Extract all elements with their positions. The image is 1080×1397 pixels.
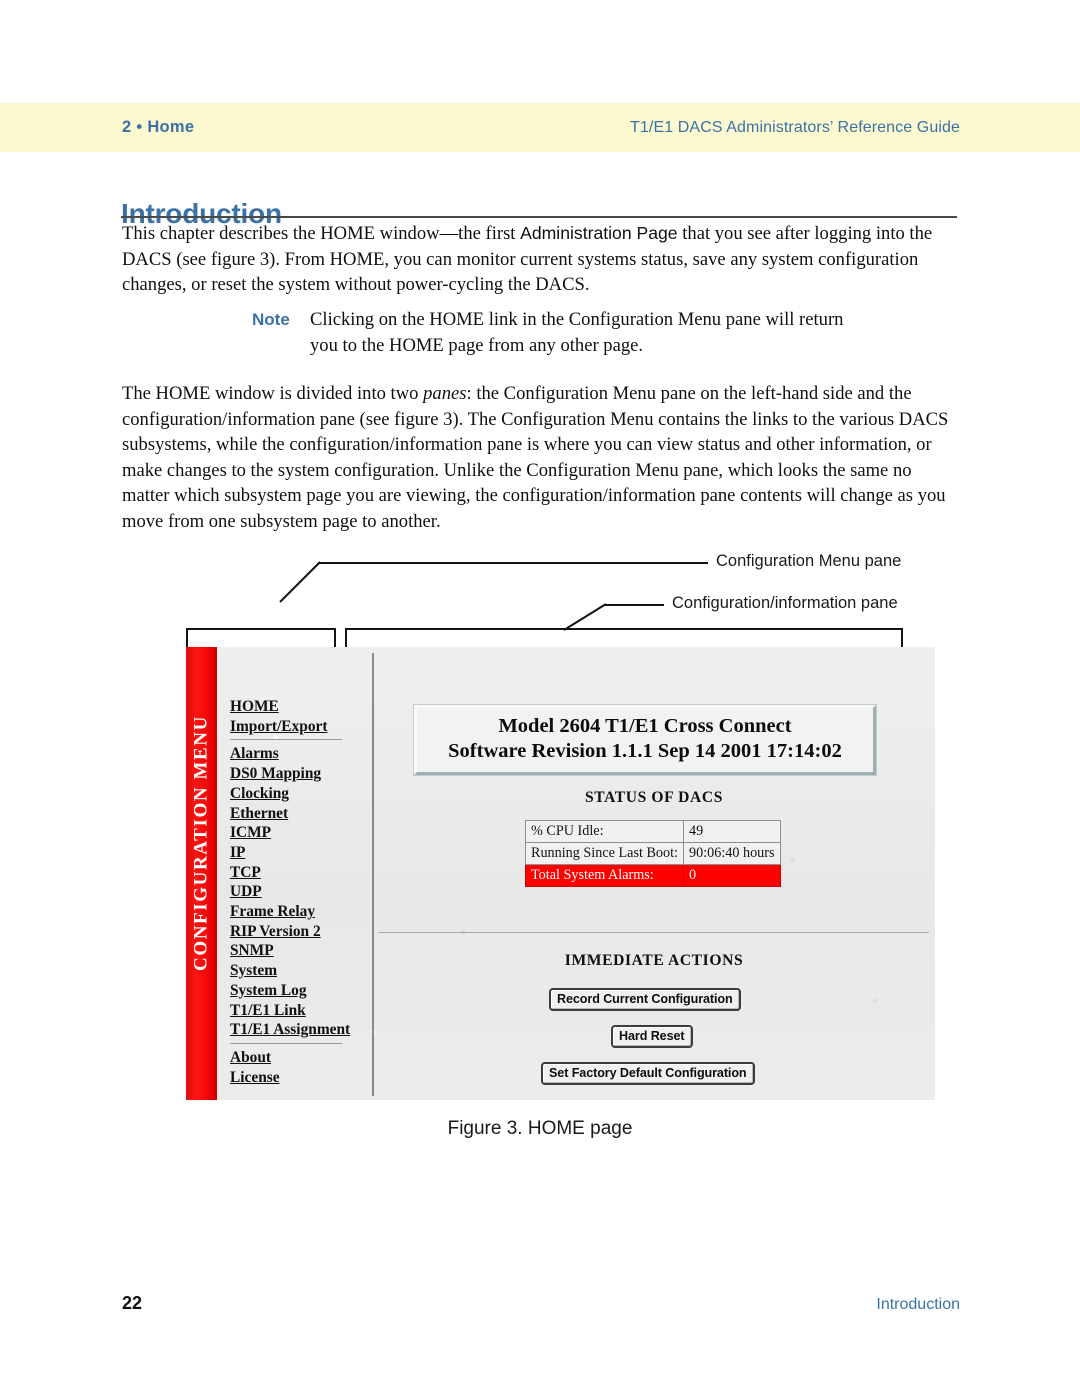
banner-model-line: Model 2604 T1/E1 Cross Connect — [498, 715, 792, 737]
menu-link-ip[interactable]: IP — [230, 843, 358, 863]
menu-link-t1-e1-assignment[interactable]: T1/E1 Assignment — [230, 1020, 358, 1040]
panes-paragraph: The HOME window is divided into two pane… — [122, 381, 960, 534]
menu-link-snmp[interactable]: SNMP — [230, 941, 358, 961]
table-row: % CPU Idle: 49 — [525, 820, 781, 843]
status-value-total-system-alarms: 0 — [683, 864, 781, 887]
menu-link-ethernet[interactable]: Ethernet — [230, 804, 358, 824]
home-page-screenshot: CONFIGURATION MENU HOME Import/Export Al… — [186, 647, 935, 1100]
menu-link-system-log[interactable]: System Log — [230, 981, 358, 1001]
immediate-actions-heading: IMMEDIATE ACTIONS — [564, 952, 744, 969]
menu-link-alarms[interactable]: Alarms — [230, 744, 358, 764]
footer-section-label: Introduction — [876, 1296, 960, 1313]
leader-line-menu-diagonal — [279, 561, 321, 603]
menu-link-t1-e1-link[interactable]: T1/E1 Link — [230, 1001, 358, 1021]
menu-link-frame-relay[interactable]: Frame Relay — [230, 902, 358, 922]
configuration-menu-red-bar: CONFIGURATION MENU — [186, 647, 217, 1100]
menu-link-home[interactable]: HOME — [230, 697, 358, 717]
bracket-menu-right — [334, 628, 336, 647]
status-key-total-system-alarms: Total System Alarms: — [525, 864, 684, 887]
leader-line-menu-horizontal — [318, 562, 708, 564]
menu-link-about[interactable]: About — [230, 1048, 358, 1068]
table-row-alarm: Total System Alarms: 0 — [525, 864, 781, 887]
configuration-menu-title: CONFIGURATION MENU — [190, 715, 212, 971]
pane-divider — [372, 653, 374, 1096]
callout-configuration-information-pane: Configuration/information pane — [672, 594, 898, 612]
intro-paragraph: This chapter describes the HOME window—t… — [122, 221, 962, 298]
paragraph-emphasis: Administration Page — [520, 223, 678, 243]
callout-configuration-menu-pane: Configuration Menu pane — [716, 552, 902, 570]
menu-link-rip-version-2[interactable]: RIP Version 2 — [230, 922, 358, 942]
bracket-info-left — [345, 628, 347, 647]
paragraph-segment: : the Configuration Menu pane on the lef… — [122, 383, 949, 532]
note-label: Note — [252, 310, 290, 329]
menu-separator-2 — [230, 1042, 342, 1044]
header-chapter-label: 2 • Home — [122, 118, 195, 136]
configuration-menu-links: HOME Import/Export Alarms DS0 Mapping Cl… — [230, 697, 358, 1087]
table-row: Running Since Last Boot: 90:06:40 hours — [525, 842, 781, 865]
bracket-menu-top — [186, 628, 336, 630]
paragraph-segment: This chapter describes the HOME window—t… — [122, 223, 521, 244]
footer-page-number: 22 — [122, 1293, 143, 1313]
bracket-info-top — [345, 628, 903, 630]
banner-revision-line: Software Revision 1.1.1 Sep 14 2001 17:1… — [448, 740, 842, 762]
product-banner: Model 2604 T1/E1 Cross Connect Software … — [414, 705, 876, 775]
content-section-divider — [378, 932, 929, 933]
menu-link-tcp[interactable]: TCP — [230, 863, 358, 883]
menu-link-icmp[interactable]: ICMP — [230, 823, 358, 843]
status-of-dacs-heading: STATUS OF DACS — [584, 789, 724, 806]
menu-link-system[interactable]: System — [230, 961, 358, 981]
note-block: Note Clicking on the HOME link in the Con… — [252, 307, 872, 359]
bracket-info-right — [901, 628, 903, 647]
status-of-dacs-table: % CPU Idle: 49 Running Since Last Boot: … — [525, 820, 781, 887]
status-key-running-since-last-boot: Running Since Last Boot: — [525, 842, 684, 865]
bracket-menu-left — [186, 628, 188, 647]
menu-link-license[interactable]: License — [230, 1068, 358, 1088]
header-guide-title: T1/E1 DACS Administrators’ Reference Gui… — [630, 119, 960, 136]
paragraph-italic-term: panes — [423, 383, 467, 404]
menu-link-udp[interactable]: UDP — [230, 882, 358, 902]
note-text: Clicking on the HOME link in the Configu… — [310, 309, 844, 356]
figure-caption: Figure 3. HOME page — [447, 1118, 633, 1139]
hard-reset-button[interactable]: Hard Reset — [611, 1025, 693, 1048]
menu-link-clocking[interactable]: Clocking — [230, 784, 358, 804]
set-factory-default-configuration-button[interactable]: Set Factory Default Configuration — [541, 1062, 755, 1085]
status-key-cpu-idle: % CPU Idle: — [525, 820, 684, 843]
title-divider — [121, 216, 957, 218]
paragraph-segment: The HOME window is divided into two — [122, 383, 424, 404]
record-current-configuration-button[interactable]: Record Current Configuration — [549, 988, 741, 1011]
status-value-running-since-last-boot: 90:06:40 hours — [683, 842, 781, 865]
menu-separator-1 — [230, 739, 342, 741]
menu-link-ds0-mapping[interactable]: DS0 Mapping — [230, 764, 358, 784]
status-value-cpu-idle: 49 — [683, 820, 781, 843]
menu-link-import-export[interactable]: Import/Export — [230, 717, 358, 737]
leader-line-info-horizontal — [604, 604, 664, 606]
